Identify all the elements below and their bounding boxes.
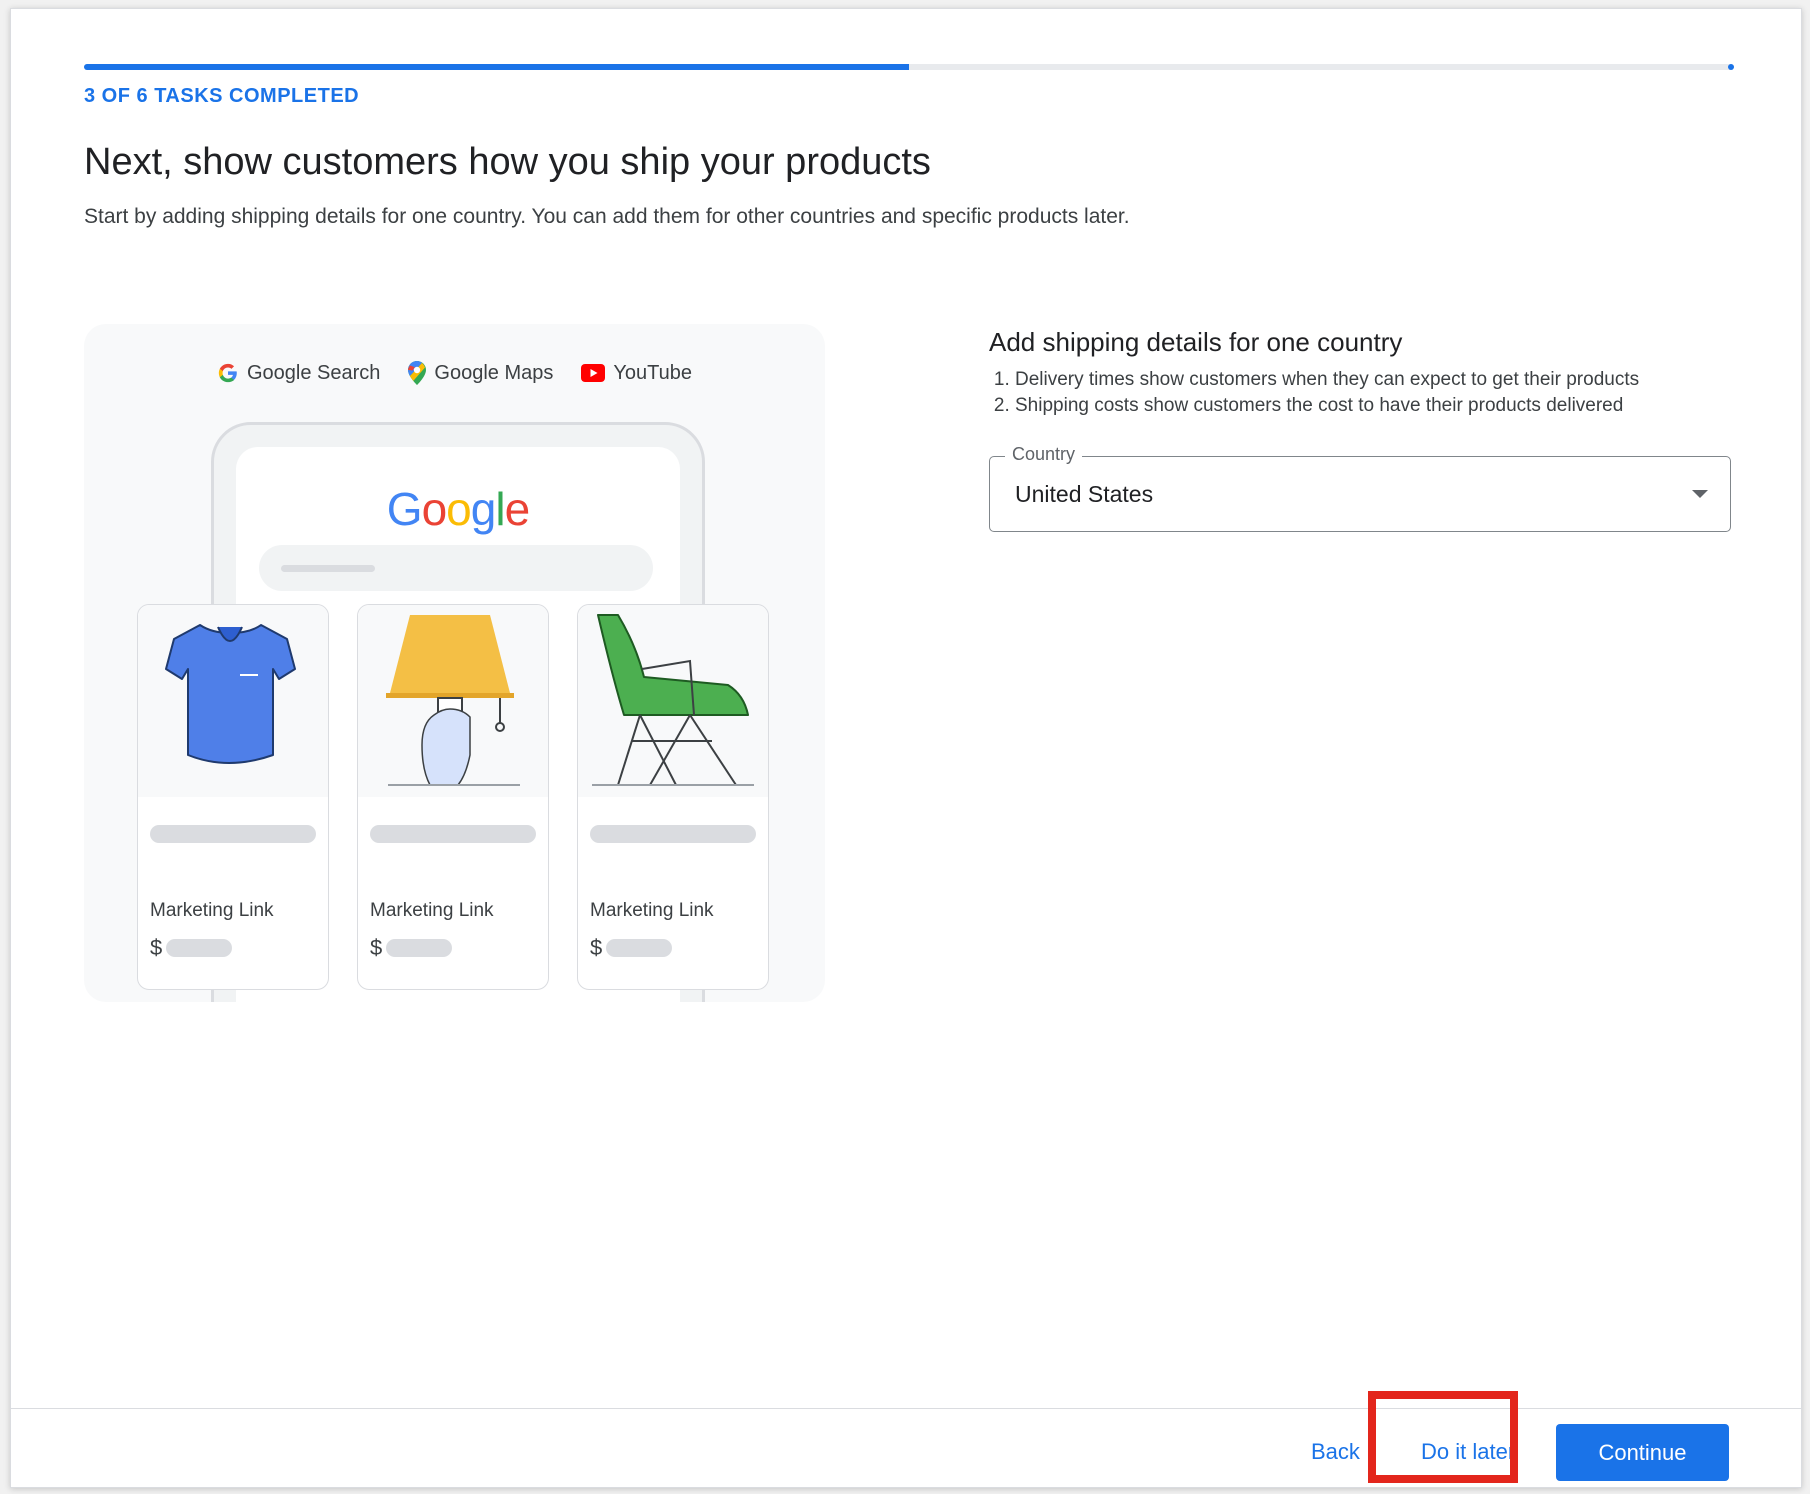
lamp-icon — [386, 615, 520, 786]
progress-bar-end-dot — [1728, 64, 1734, 70]
price-symbol: $ — [370, 935, 383, 960]
price-placeholder — [606, 939, 673, 957]
card-label: Marketing Link — [590, 900, 714, 921]
shirt-icon — [165, 624, 296, 764]
shipping-steps-list: Delivery times show customers when they … — [989, 367, 1639, 419]
page-title: Next, show customers how you ship your p… — [84, 141, 931, 183]
surface-label: Google Maps — [434, 361, 554, 384]
card-title-placeholder — [590, 825, 756, 843]
map-pin-icon — [408, 361, 427, 385]
country-select-label: Country — [1005, 444, 1083, 465]
progress-bar-fill — [84, 64, 909, 70]
product-card: Marketing Link $ — [577, 604, 769, 990]
product-image — [358, 605, 548, 797]
card-title-placeholder — [150, 825, 316, 843]
shipping-step: Delivery times show customers when they … — [1015, 367, 1639, 393]
card-price: $ — [370, 935, 453, 961]
shipping-section-title: Add shipping details for one country — [989, 327, 1403, 357]
price-symbol: $ — [150, 935, 163, 960]
chair-icon — [592, 614, 754, 786]
surface-google-maps: Google Maps — [408, 361, 553, 385]
surface-youtube: YouTube — [581, 361, 692, 385]
product-image — [138, 605, 328, 797]
progress-label: 3 OF 6 TASKS COMPLETED — [84, 85, 360, 107]
onboarding-dialog: 3 OF 6 TASKS COMPLETED Next, show custom… — [10, 8, 1802, 1488]
search-bar-line — [281, 565, 375, 572]
progress-bar — [84, 64, 1734, 70]
surfaces-row: Google Search Google Maps YouTube — [84, 361, 825, 385]
card-label: Marketing Link — [150, 900, 274, 921]
back-button[interactable]: Back — [1311, 1439, 1360, 1465]
country-select[interactable]: Country United States — [989, 444, 1731, 532]
youtube-icon — [581, 364, 606, 382]
footer-divider — [11, 1408, 1801, 1409]
price-placeholder — [386, 939, 453, 957]
annotation-highlight-box — [1368, 1391, 1518, 1483]
card-price: $ — [150, 935, 233, 961]
surface-google-search: Google Search — [217, 361, 380, 385]
search-bar-placeholder — [259, 545, 653, 591]
card-price: $ — [590, 935, 673, 961]
card-title-placeholder — [370, 825, 536, 843]
product-card: Marketing Link $ — [357, 604, 549, 990]
dropdown-arrow-icon — [1692, 490, 1708, 498]
price-placeholder — [166, 939, 233, 957]
shopping-illustration: Google Search Google Maps YouTube Google… — [84, 324, 825, 1002]
price-symbol: $ — [590, 935, 603, 960]
google-logo: Google — [386, 483, 530, 535]
shipping-step: Shipping costs show customers the cost t… — [1015, 393, 1639, 419]
surface-label: YouTube — [613, 361, 692, 384]
card-label: Marketing Link — [370, 900, 494, 921]
country-select-value: United States — [1015, 481, 1154, 507]
continue-button[interactable]: Continue — [1556, 1424, 1729, 1481]
page-subtitle: Start by adding shipping details for one… — [84, 205, 1130, 228]
surface-label: Google Search — [247, 361, 381, 384]
product-card: Marketing Link $ — [137, 604, 329, 990]
product-image — [578, 605, 768, 797]
google-g-icon — [218, 363, 237, 383]
